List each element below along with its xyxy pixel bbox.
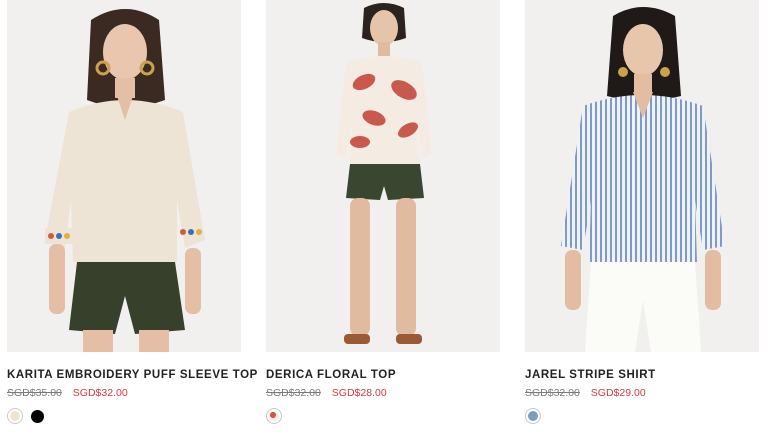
color-swatches <box>266 408 500 424</box>
product-image-jarel[interactable] <box>525 0 759 352</box>
color-swatch-blue-stripe[interactable] <box>525 408 541 424</box>
product-name[interactable]: JAREL STRIPE SHIRT <box>525 369 759 381</box>
product-card[interactable]: KARITA EMBROIDERY PUFF SLEEVE TOP SGD$35… <box>7 0 257 424</box>
color-swatches <box>525 408 759 424</box>
color-swatch-cream[interactable] <box>7 408 23 424</box>
sale-price: SGD$29.00 <box>590 387 646 399</box>
original-price: SGD$32.00 <box>266 387 321 399</box>
model-photo <box>266 0 500 352</box>
product-image-derica[interactable] <box>266 0 500 352</box>
price-row: SGD$35.00 SGD$32.00 <box>7 387 241 399</box>
price-row: SGD$32.00 SGD$28.00 <box>266 387 500 399</box>
product-image-karita[interactable] <box>7 0 241 352</box>
color-swatches <box>7 408 241 424</box>
original-price: SGD$32.00 <box>525 387 580 399</box>
product-name[interactable]: DERICA FLORAL TOP <box>266 369 500 381</box>
color-swatch-black[interactable] <box>31 409 44 423</box>
product-name[interactable]: KARITA EMBROIDERY PUFF SLEEVE TOP <box>7 369 257 381</box>
price-row: SGD$32.00 SGD$29.00 <box>525 387 759 399</box>
model-photo <box>7 0 241 352</box>
model-photo <box>525 0 759 352</box>
sale-price: SGD$32.00 <box>72 387 128 399</box>
product-card[interactable]: DERICA FLORAL TOP SGD$32.00 SGD$28.00 <box>266 0 500 424</box>
product-card[interactable]: JAREL STRIPE SHIRT SGD$32.00 SGD$29.00 <box>525 0 759 424</box>
color-swatch-floral[interactable] <box>266 408 282 424</box>
original-price: SGD$35.00 <box>7 387 62 399</box>
sale-price: SGD$28.00 <box>331 387 387 399</box>
